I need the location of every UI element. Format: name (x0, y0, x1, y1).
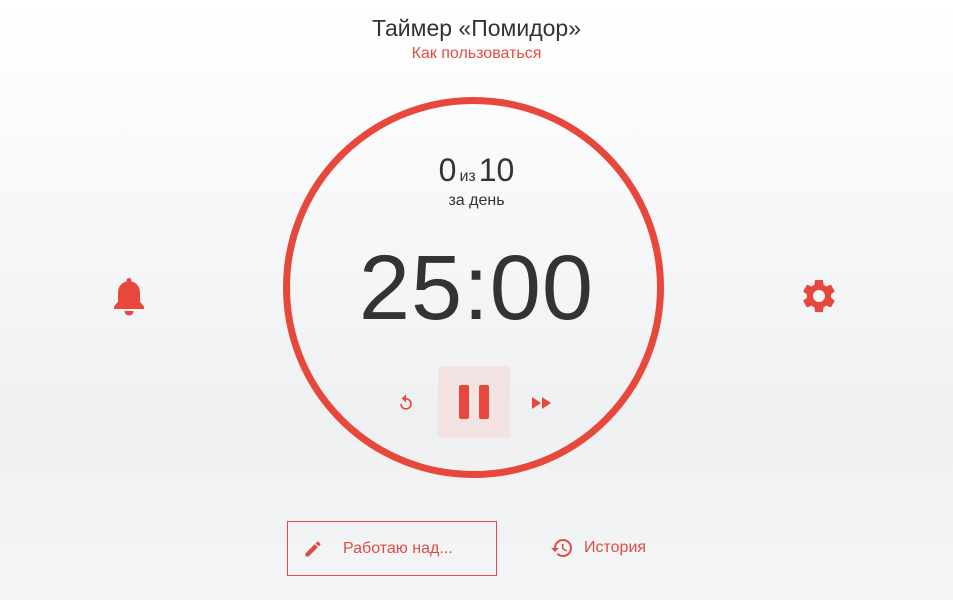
counter-done: 0 (438, 152, 457, 188)
working-on-label: Работаю над... (343, 539, 453, 557)
bell-icon (114, 278, 144, 316)
pause-icon (459, 385, 489, 419)
counter-of: из (459, 168, 476, 185)
restart-icon (400, 394, 412, 410)
pencil-icon (305, 540, 321, 556)
notifications-button[interactable] (109, 276, 149, 316)
how-to-use-link-row: Как пользоваться (0, 45, 953, 63)
pause-button[interactable] (438, 366, 510, 438)
working-on-button[interactable]: Работаю над... (287, 521, 497, 576)
daily-counter: 0 из10 (0, 152, 953, 195)
reset-button[interactable] (392, 390, 420, 416)
counter-goal: 10 (478, 152, 515, 188)
counter-period: за день (448, 192, 505, 209)
pencil-icon-wrap (302, 538, 324, 560)
history-button[interactable]: История (550, 534, 646, 562)
fast-forward-icon (532, 397, 551, 409)
settings-button[interactable] (799, 276, 839, 316)
how-to-use-link[interactable]: Как пользоваться (412, 45, 542, 62)
page-title: Таймер «Помидор» (371, 15, 581, 41)
gear-icon (803, 279, 835, 313)
history-icon (551, 539, 572, 557)
history-label: История (584, 539, 647, 556)
skip-button[interactable] (528, 390, 556, 416)
